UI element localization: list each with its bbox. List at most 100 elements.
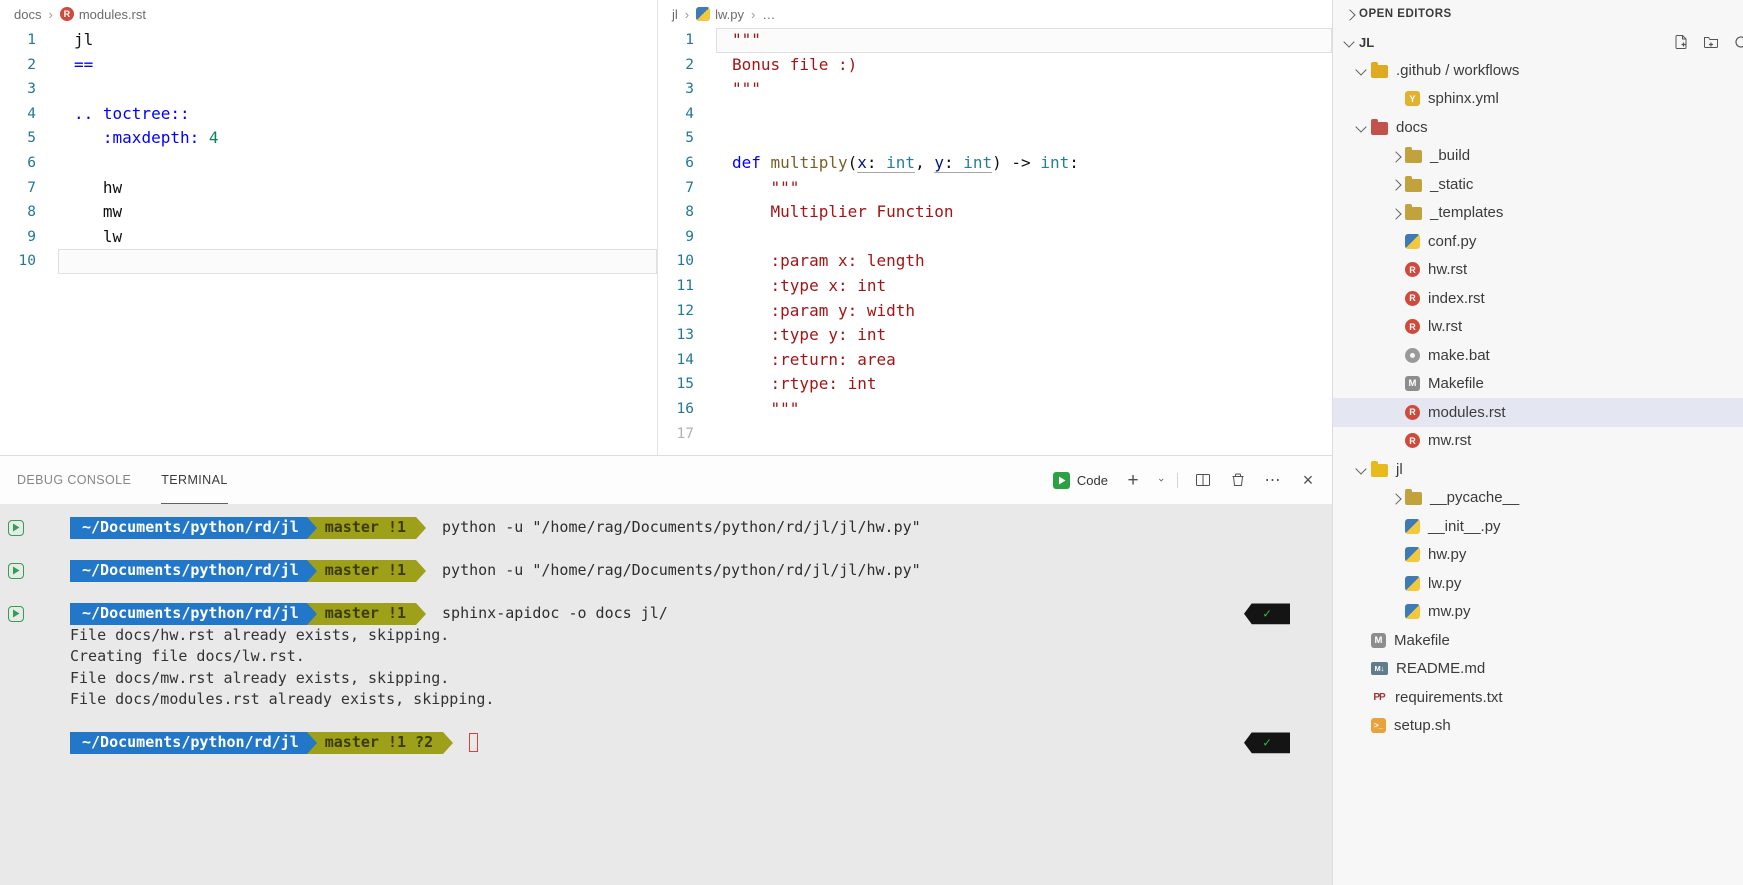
code-line-10[interactable]: 10	[0, 249, 657, 274]
code-line-17[interactable]: 17	[658, 422, 1332, 447]
breadcrumb-item-docs[interactable]: docs	[14, 7, 41, 22]
code-line-4[interactable]: 4	[658, 102, 1332, 127]
breadcrumb-item-modules-rst[interactable]: Rmodules.rst	[59, 7, 146, 22]
python-icon	[696, 7, 711, 21]
tree-item-jl[interactable]: jl	[1333, 455, 1743, 484]
terminal-profile-launcher[interactable]: Code	[1052, 471, 1108, 489]
code-area[interactable]: 1 jl 2 == 3 4 .. toctree:: 5 :maxdepth: 467 hw 8…	[0, 28, 657, 274]
code-line-9[interactable]: 9	[658, 225, 1332, 250]
tree-item-label: make.bat	[1428, 346, 1490, 364]
tree-item-makefile[interactable]: M Makefile	[1333, 370, 1743, 399]
code-line-5[interactable]: 5	[658, 126, 1332, 151]
make-file-icon: M	[1405, 376, 1420, 392]
line-number: 8	[685, 204, 694, 221]
terminal[interactable]: ~/Documents/python/rd/jl master !1 python …	[0, 504, 1332, 885]
editor-modules-rst[interactable]: docs › Rmodules.rst 1 jl 2 == 3 4 .. toctree:: 5 …	[0, 0, 658, 455]
code-line-15[interactable]: 15 :rtype: int	[658, 372, 1332, 397]
code-line-2[interactable]: 2 Bonus file :)	[658, 53, 1332, 78]
refresh-icon[interactable]	[1731, 32, 1743, 52]
code-line-3[interactable]: 3 """	[658, 77, 1332, 102]
open-editors-section-header[interactable]: OPEN EDITORS	[1333, 0, 1743, 28]
tree-item-conf-py[interactable]: conf.py	[1333, 227, 1743, 256]
editor-lw-py[interactable]: jl › lw.py › … 1 """ 2 Bonus file :) 3 """ 4 5 6 def …	[658, 0, 1332, 455]
tree-item-index-rst[interactable]: Rindex.rst	[1333, 284, 1743, 313]
code-line-12[interactable]: 12 :param y: width	[658, 299, 1332, 324]
tree-item-github-workflows[interactable]: .github / workflows	[1333, 56, 1743, 85]
workspace-root-label: JL	[1359, 34, 1375, 50]
code-text: .. toctree::	[74, 103, 190, 123]
tree-item-setup-sh[interactable]: >_ setup.sh	[1333, 712, 1743, 741]
code-line-13[interactable]: 13 :type y: int	[658, 323, 1332, 348]
code-line-8[interactable]: 8 mw	[0, 200, 657, 225]
breadcrumb-item-[interactable]: …	[762, 7, 775, 22]
tree-item-make-bat[interactable]: make.bat	[1333, 341, 1743, 370]
editor-group: docs › Rmodules.rst 1 jl 2 == 3 4 .. toctree:: 5 …	[0, 0, 1332, 455]
tree-item-makefile[interactable]: M Makefile	[1333, 626, 1743, 655]
code-line-2[interactable]: 2 ==	[0, 53, 657, 78]
close-panel-icon[interactable]: ×	[1298, 470, 1318, 490]
command-decoration-icon[interactable]	[8, 605, 24, 622]
tree-item-build[interactable]: _build	[1333, 142, 1743, 171]
code-line-5[interactable]: 5 :maxdepth: 4	[0, 126, 657, 151]
breadcrumb-item-lw-py[interactable]: lw.py	[696, 7, 744, 22]
tree-item-requirements-txt[interactable]: PP requirements.txt	[1333, 683, 1743, 712]
breadcrumb-label: …	[762, 6, 776, 22]
code-line-7[interactable]: 7 """	[658, 176, 1332, 201]
tree-item-mw-rst[interactable]: Rmw.rst	[1333, 427, 1743, 456]
tree-item-static[interactable]: _static	[1333, 170, 1743, 199]
tree-item-label: setup.sh	[1394, 717, 1451, 735]
tree-item-label: index.rst	[1428, 289, 1485, 307]
code-area[interactable]: 1 """ 2 Bonus file :) 3 """ 4 5 6 def multiply(x:…	[658, 28, 1332, 446]
tree-item-hw-py[interactable]: hw.py	[1333, 541, 1743, 570]
tree-item-docs[interactable]: docs	[1333, 113, 1743, 142]
breadcrumb-item-jl[interactable]: jl	[672, 7, 678, 22]
line-number: 6	[27, 154, 36, 171]
tree-item-lw-py[interactable]: lw.py	[1333, 569, 1743, 598]
bottom-panel: DEBUG CONSOLE TERMINAL Code + ⋯ × ~/Documen…	[0, 455, 1332, 885]
code-line-8[interactable]: 8 Multiplier Function	[658, 200, 1332, 225]
code-line-9[interactable]: 9 lw	[0, 225, 657, 250]
kill-terminal-icon[interactable]	[1228, 470, 1248, 490]
new-folder-icon[interactable]	[1701, 32, 1721, 52]
terminal-command-row: ~/Documents/python/rd/jl master !1 python …	[0, 516, 1332, 539]
split-terminal-icon[interactable]	[1193, 470, 1213, 490]
code-line-14[interactable]: 14 :return: area	[658, 348, 1332, 373]
panel-tab-debug-console[interactable]: DEBUG CONSOLE	[17, 456, 131, 504]
code-line-3[interactable]: 3	[0, 77, 657, 102]
panel-tab-bar: DEBUG CONSOLE TERMINAL Code + ⋯ ×	[0, 456, 1332, 504]
code-line-11[interactable]: 11 :type x: int	[658, 274, 1332, 299]
tree-item-modules-rst[interactable]: Rmodules.rst	[1333, 398, 1743, 427]
code-text: jl	[74, 30, 94, 49]
tree-item-init-py[interactable]: __init__.py	[1333, 512, 1743, 541]
tree-item-label: jl	[1396, 460, 1403, 478]
code-line-1[interactable]: 1 """	[658, 28, 1332, 53]
tree-item-readme-md[interactable]: M↓ README.md	[1333, 655, 1743, 684]
code-line-16[interactable]: 16 """	[658, 397, 1332, 422]
tree-item-sphinx-yml[interactable]: Ysphinx.yml	[1333, 85, 1743, 114]
more-actions-icon[interactable]: ⋯	[1263, 470, 1283, 490]
launch-profile-chevron-icon[interactable]	[1158, 470, 1178, 490]
code-line-10[interactable]: 10 :param x: length	[658, 249, 1332, 274]
new-file-icon[interactable]	[1671, 32, 1691, 52]
new-terminal-icon[interactable]: +	[1123, 470, 1143, 490]
line-number: 15	[676, 376, 694, 393]
code-line-4[interactable]: 4 .. toctree::	[0, 102, 657, 127]
code-line-1[interactable]: 1 jl	[0, 28, 657, 53]
command-decoration-icon[interactable]	[8, 562, 24, 579]
command-decoration-icon[interactable]	[8, 519, 24, 536]
tree-item-hw-rst[interactable]: Rhw.rst	[1333, 256, 1743, 285]
code-line-7[interactable]: 7 hw	[0, 176, 657, 201]
tree-item-templates[interactable]: _templates	[1333, 199, 1743, 228]
panel-tab-terminal[interactable]: TERMINAL	[161, 456, 228, 504]
code-line-6[interactable]: 6	[0, 151, 657, 176]
code-line-6[interactable]: 6 def multiply(x: int, y: int) -> int:	[658, 151, 1332, 176]
tree-item-lw-rst[interactable]: Rlw.rst	[1333, 313, 1743, 342]
workspace-root-header[interactable]: JL	[1333, 28, 1743, 56]
tree-item-pycache[interactable]: __pycache__	[1333, 484, 1743, 513]
panel-tabs: DEBUG CONSOLE TERMINAL	[17, 456, 1053, 504]
tree-item-mw-py[interactable]: mw.py	[1333, 598, 1743, 627]
